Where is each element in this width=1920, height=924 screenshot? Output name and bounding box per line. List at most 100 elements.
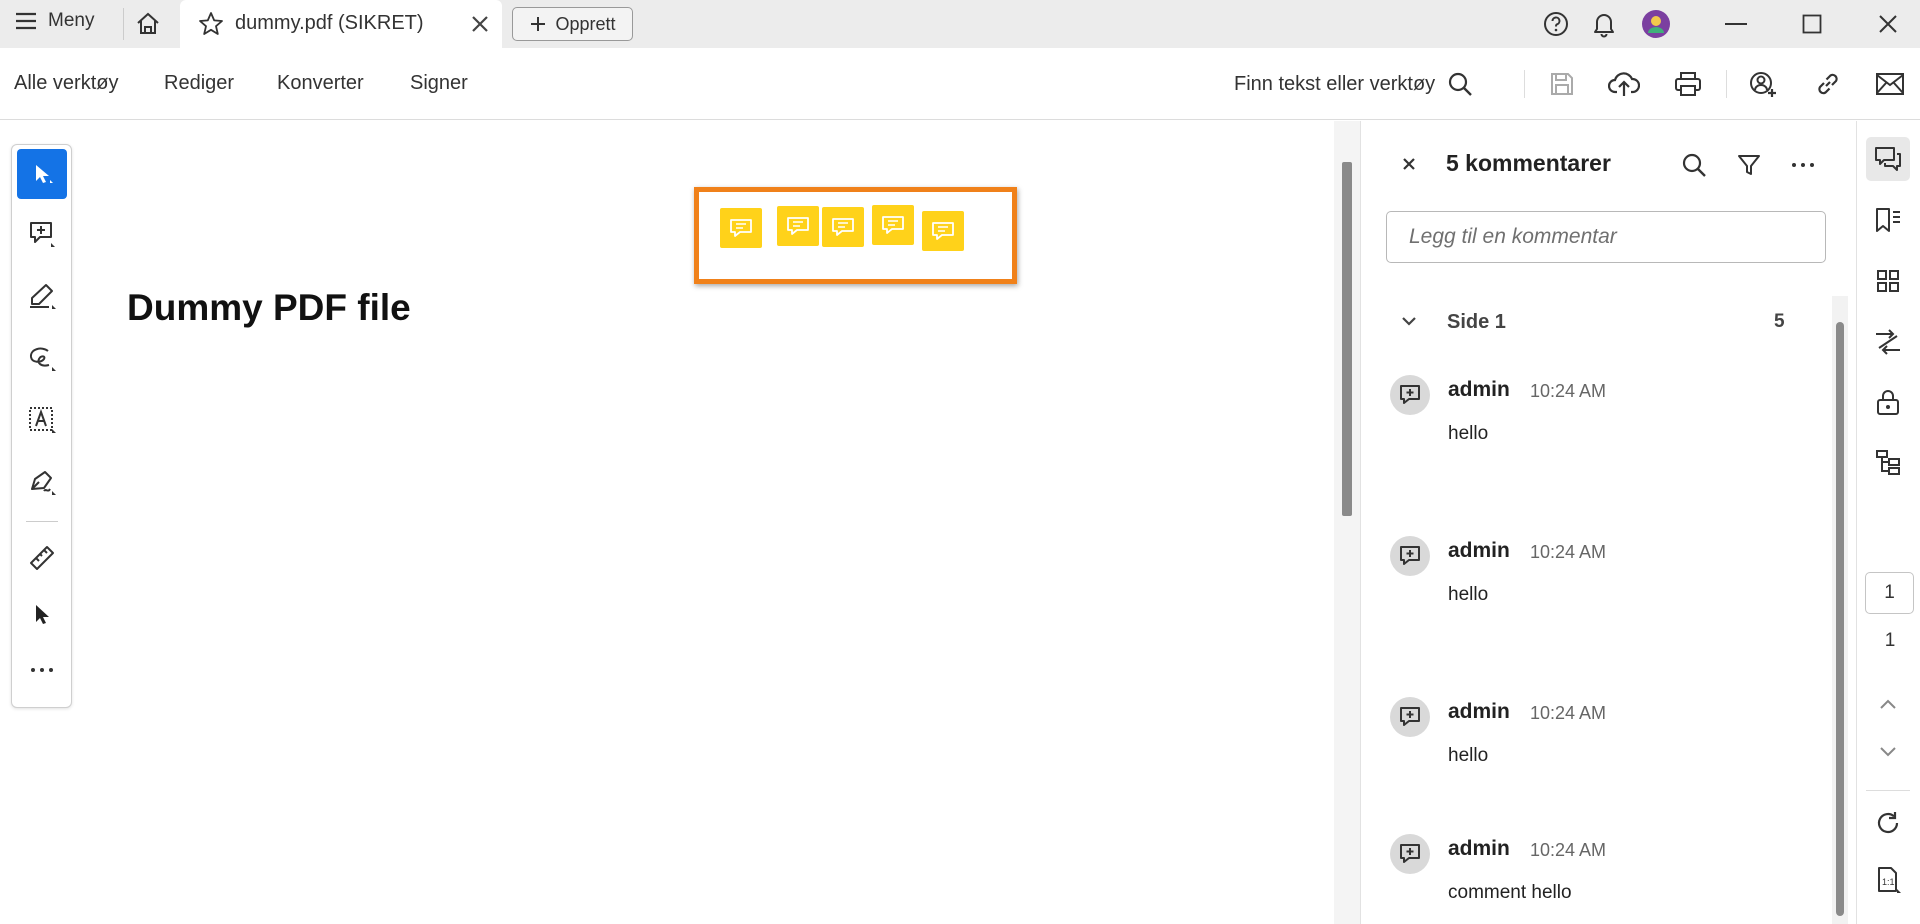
save-icon [1551, 73, 1573, 95]
note-icon [882, 216, 904, 234]
comment-text: hello [1448, 423, 1489, 444]
sticky-note-2[interactable] [777, 206, 819, 246]
create-button[interactable]: Opprett [512, 7, 633, 41]
text-box-icon [29, 407, 56, 433]
sticky-note-1[interactable] [720, 208, 762, 248]
comment-time: 10:24 AM [1530, 703, 1607, 723]
pen-sign-icon [31, 471, 56, 495]
comment-author: admin [1448, 539, 1510, 562]
comments-scrollbar-thumb[interactable] [1836, 322, 1844, 916]
home-icon [137, 12, 159, 34]
home-button[interactable] [132, 8, 164, 40]
comment-item[interactable]: admin 10:24 AM comment hello [1390, 834, 1820, 924]
add-comment-input[interactable]: Legg til en kommentar [1386, 211, 1826, 263]
compare-button[interactable] [1866, 320, 1910, 364]
comment-add-icon [1400, 844, 1420, 863]
favorite-button[interactable] [195, 8, 227, 40]
star-icon [199, 12, 223, 35]
menu-convert[interactable]: Konverter [277, 72, 364, 95]
copy-link-button[interactable] [1811, 67, 1845, 101]
sign-tool-button[interactable] [17, 457, 67, 507]
close-panel-button[interactable] [1396, 151, 1422, 177]
chevron-down-icon [1880, 747, 1896, 757]
sticky-note-4[interactable] [872, 205, 914, 245]
menu-sign[interactable]: Signer [410, 72, 468, 95]
bookmark-icon [1876, 208, 1900, 232]
maximize-icon [1802, 14, 1822, 34]
total-pages: 1 [1884, 630, 1896, 651]
more-icon [1792, 163, 1814, 167]
more-tools-button[interactable] [17, 645, 67, 695]
arrow-pointer-icon [36, 605, 49, 624]
collapse-page-group-button[interactable] [1397, 309, 1421, 333]
save-button[interactable] [1546, 68, 1578, 100]
ruler-icon [30, 546, 54, 570]
structure-button[interactable] [1866, 440, 1910, 484]
comment-avatar [1390, 375, 1430, 415]
help-button[interactable] [1541, 9, 1571, 39]
menu-edit[interactable]: Rediger [164, 72, 234, 95]
menu-button[interactable]: Meny [14, 10, 94, 32]
more-icon [31, 668, 53, 672]
add-comment-tool-button[interactable] [17, 209, 67, 259]
comment-add-icon [1400, 385, 1420, 404]
tools-divider [26, 521, 58, 522]
sticky-note-3[interactable] [822, 207, 864, 247]
pointer-tool-button[interactable] [17, 589, 67, 639]
tree-structure-icon [1876, 450, 1900, 475]
upload-cloud-button[interactable] [1607, 67, 1641, 101]
find-text-or-tool[interactable]: Finn tekst eller verktøy [1234, 68, 1473, 100]
comment-avatar [1390, 697, 1430, 737]
document-heading: Dummy PDF file [127, 287, 411, 328]
next-page-button[interactable] [1866, 730, 1910, 774]
lock-icon [1877, 390, 1899, 415]
current-page-input[interactable]: 1 [1865, 572, 1914, 614]
notifications-button[interactable] [1589, 8, 1619, 40]
printer-icon [1675, 72, 1701, 96]
find-label: Finn tekst eller verktøy [1234, 72, 1436, 95]
comment-text: hello [1448, 745, 1489, 766]
tab-close-button[interactable] [466, 10, 494, 38]
minimize-button[interactable] [1718, 8, 1754, 40]
document-scrollbar-thumb[interactable] [1342, 162, 1352, 516]
freehand-icon [29, 347, 56, 371]
protect-button[interactable] [1866, 380, 1910, 424]
document-canvas[interactable] [0, 121, 1360, 924]
highlight-tool-button[interactable] [17, 271, 67, 321]
rotate-button[interactable] [1866, 801, 1910, 845]
comment-item[interactable]: admin 10:24 AM hello [1390, 536, 1820, 636]
close-icon [472, 16, 488, 32]
comment-item[interactable]: admin 10:24 AM hello [1390, 375, 1820, 475]
thumbnails-button[interactable] [1866, 259, 1910, 303]
email-button[interactable] [1873, 67, 1907, 101]
print-button[interactable] [1671, 67, 1705, 101]
create-label: Opprett [555, 13, 616, 34]
measure-tool-button[interactable] [17, 533, 67, 583]
mail-icon [1876, 73, 1904, 95]
compare-icon [1876, 329, 1900, 355]
actual-size-button[interactable]: 1:1 [1866, 858, 1910, 902]
sticky-note-5[interactable] [922, 211, 964, 251]
title-bar: Meny dummy.pdf (SIKRET) Opprett [0, 0, 1920, 48]
select-tool-button[interactable] [17, 149, 67, 199]
comments-panel-button[interactable] [1866, 137, 1910, 181]
user-avatar[interactable] [1640, 8, 1672, 40]
text-box-tool-button[interactable] [17, 395, 67, 445]
draw-tool-button[interactable] [17, 333, 67, 383]
comment-item[interactable]: admin 10:24 AM hello [1390, 697, 1820, 797]
toolbar-divider [1726, 70, 1727, 98]
comments-more-button[interactable] [1787, 149, 1819, 181]
previous-page-button[interactable] [1866, 682, 1910, 726]
quick-tools-bar [11, 144, 72, 708]
comment-add-icon [30, 222, 55, 247]
maximize-button[interactable] [1794, 8, 1830, 40]
share-user-button[interactable] [1746, 67, 1780, 101]
menu-all-tools[interactable]: Alle verktøy [14, 72, 118, 95]
comments-count-title: 5 kommentarer [1446, 150, 1611, 176]
comment-author: admin [1448, 378, 1510, 401]
toolbar-divider [1524, 70, 1525, 98]
bookmarks-button[interactable] [1866, 198, 1910, 242]
close-window-button[interactable] [1870, 8, 1906, 40]
filter-comments-button[interactable] [1733, 149, 1765, 181]
search-comments-button[interactable] [1678, 149, 1710, 181]
